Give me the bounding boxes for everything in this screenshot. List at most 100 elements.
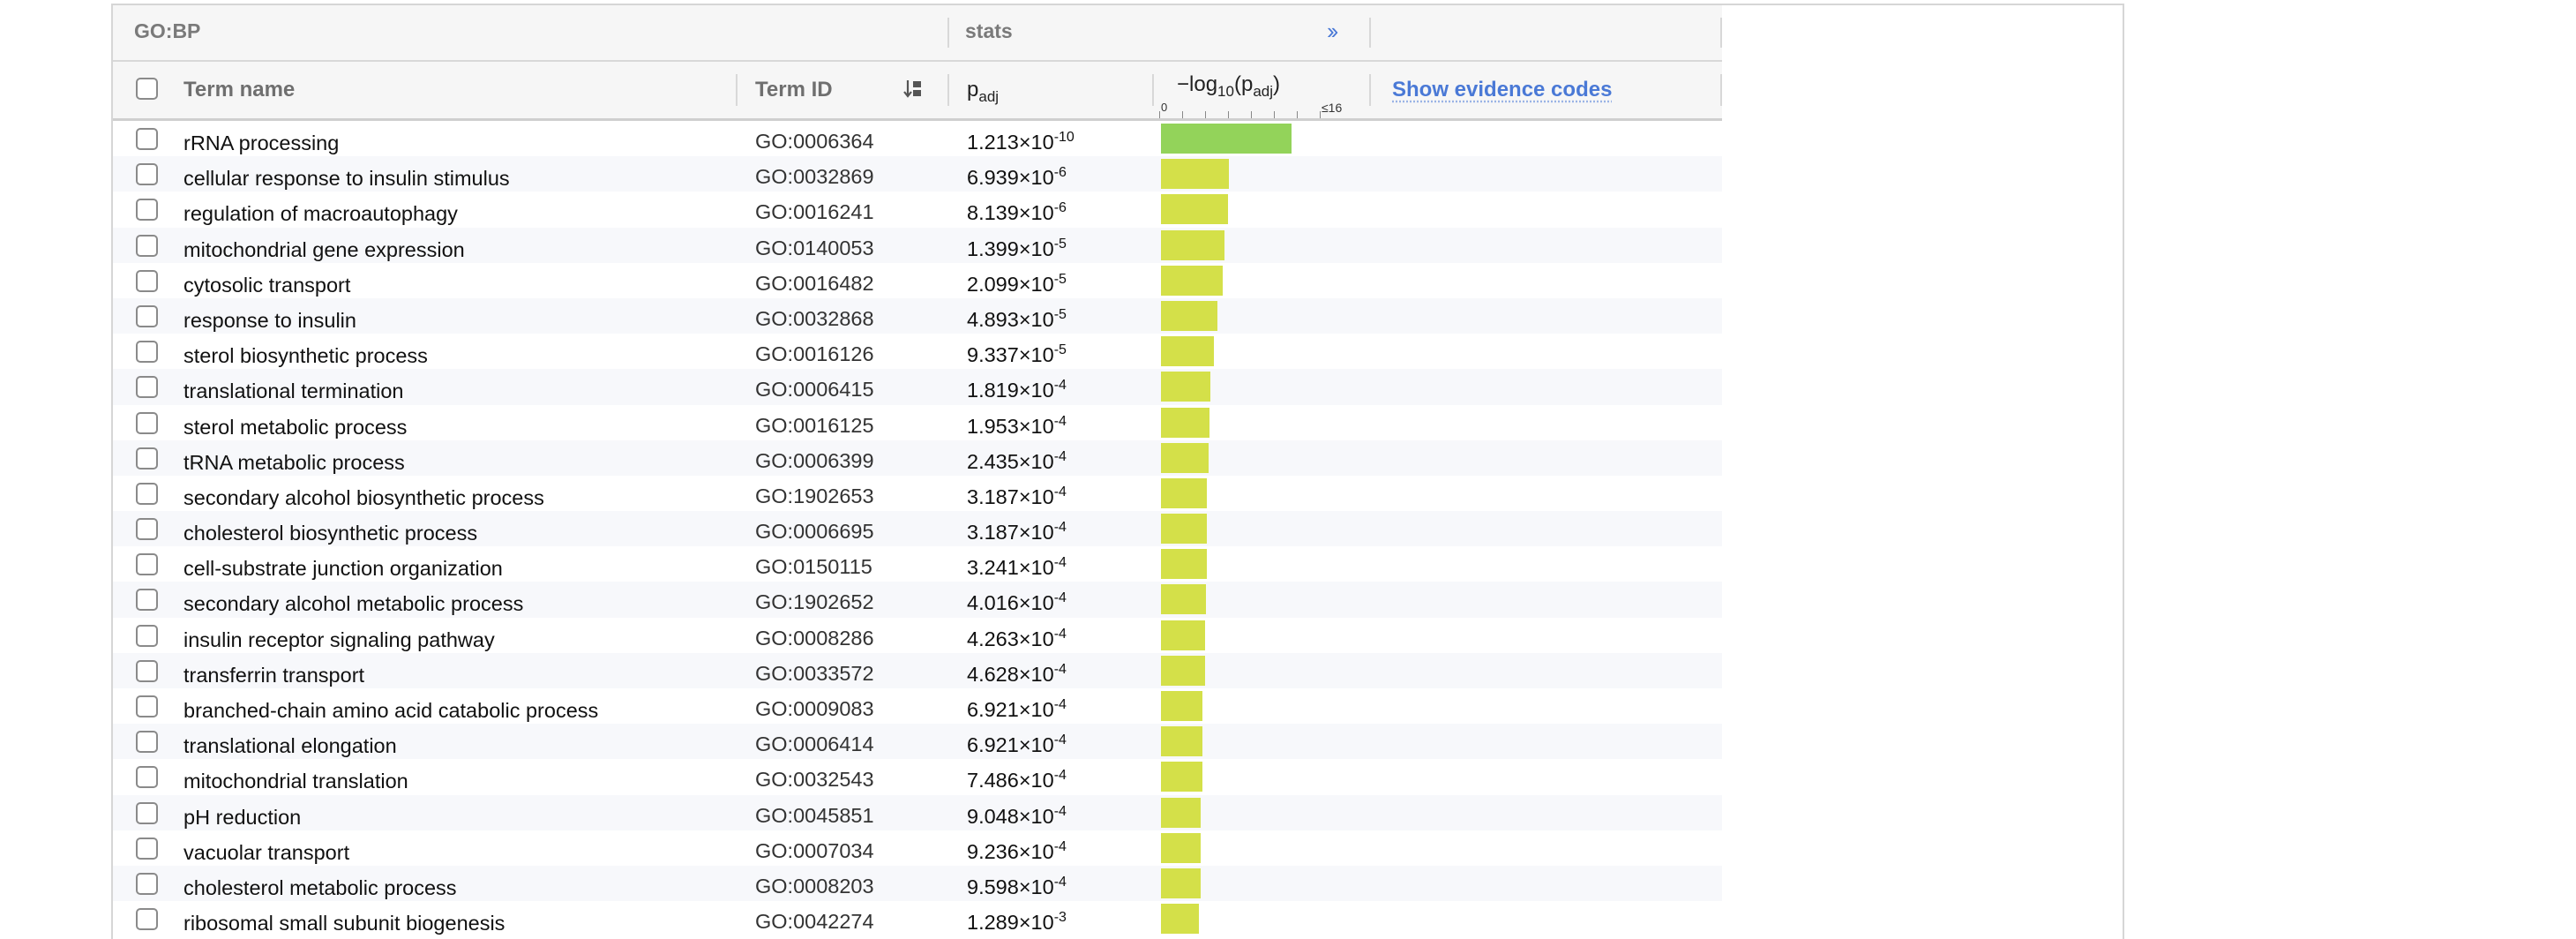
row-checkbox[interactable] xyxy=(136,411,158,434)
term-name[interactable]: sterol biosynthetic process xyxy=(183,344,428,368)
term-id[interactable]: GO:0032869 xyxy=(755,165,874,189)
term-name[interactable]: cellular response to insulin stimulus xyxy=(183,167,510,191)
table-row[interactable]: rRNA processing GO:0006364 1.213×10-10 xyxy=(113,121,1722,156)
term-name[interactable]: branched-chain amino acid catabolic proc… xyxy=(183,699,598,723)
term-id[interactable]: GO:0006415 xyxy=(755,378,874,402)
row-checkbox[interactable] xyxy=(136,837,158,860)
row-checkbox[interactable] xyxy=(136,482,158,505)
term-name[interactable]: transferrin transport xyxy=(183,664,364,687)
row-checkbox[interactable] xyxy=(136,518,158,541)
row-checkbox[interactable] xyxy=(136,199,158,222)
significance-bar[interactable] xyxy=(1161,124,1292,154)
row-checkbox[interactable] xyxy=(136,624,158,647)
significance-bar[interactable] xyxy=(1161,691,1202,721)
significance-bar[interactable] xyxy=(1161,726,1202,757)
table-row[interactable]: branched-chain amino acid catabolic proc… xyxy=(113,688,1722,724)
table-row[interactable]: cholesterol biosynthetic process GO:00066… xyxy=(113,511,1722,547)
term-name[interactable]: pH reduction xyxy=(183,806,301,830)
term-name[interactable]: secondary alcohol metabolic process xyxy=(183,592,523,616)
table-row[interactable]: mitochondrial translation GO:0032543 7.486… xyxy=(113,759,1722,794)
term-id[interactable]: GO:0008203 xyxy=(755,875,874,898)
term-id[interactable]: GO:0032868 xyxy=(755,307,874,331)
term-name[interactable]: response to insulin xyxy=(183,309,356,333)
significance-bar[interactable] xyxy=(1161,159,1229,190)
term-id[interactable]: GO:0016241 xyxy=(755,200,874,224)
table-row[interactable]: insulin receptor signaling pathway GO:000… xyxy=(113,618,1722,653)
term-name[interactable]: cell-substrate junction organization xyxy=(183,557,503,581)
row-checkbox[interactable] xyxy=(136,659,158,682)
term-name-header[interactable]: Term name xyxy=(183,78,295,102)
row-checkbox[interactable] xyxy=(136,163,158,186)
term-id[interactable]: GO:0045851 xyxy=(755,804,874,828)
significance-bar[interactable] xyxy=(1161,514,1207,545)
row-checkbox[interactable] xyxy=(136,304,158,327)
significance-bar[interactable] xyxy=(1161,194,1228,225)
term-name[interactable]: mitochondrial translation xyxy=(183,770,408,793)
show-evidence-codes-link[interactable]: Show evidence codes xyxy=(1392,78,1612,102)
term-id[interactable]: GO:0008286 xyxy=(755,627,874,650)
term-name[interactable]: translational termination xyxy=(183,379,404,403)
row-checkbox[interactable] xyxy=(136,553,158,576)
padj-header[interactable]: padj xyxy=(967,78,999,106)
term-name[interactable]: secondary alcohol biosynthetic process xyxy=(183,486,544,510)
row-checkbox[interactable] xyxy=(136,589,158,612)
row-checkbox[interactable] xyxy=(136,695,158,717)
term-id[interactable]: GO:0042274 xyxy=(755,910,874,934)
table-row[interactable]: pH reduction GO:0045851 9.048×10-4 xyxy=(113,794,1722,830)
table-row[interactable]: translational elongation GO:0006414 6.921×… xyxy=(113,724,1722,760)
table-row[interactable]: regulation of macroautophagy GO:0016241 8.… xyxy=(113,192,1722,227)
table-row[interactable]: response to insulin GO:0032868 4.893×10-5 xyxy=(113,297,1722,334)
table-row[interactable]: ribosomal small subunit biogenesis GO:004… xyxy=(113,901,1722,936)
significance-bar[interactable] xyxy=(1161,229,1224,260)
significance-bar[interactable] xyxy=(1161,832,1201,863)
neglog-padj-header[interactable]: −log10(padj) xyxy=(1177,72,1280,101)
row-checkbox[interactable] xyxy=(136,341,158,364)
term-id[interactable]: GO:1902652 xyxy=(755,590,874,614)
row-checkbox[interactable] xyxy=(136,908,158,931)
term-name[interactable]: cholesterol metabolic process xyxy=(183,876,457,900)
sort-icon[interactable] xyxy=(903,78,925,101)
table-row[interactable]: cell-substrate junction organization GO:0… xyxy=(113,546,1722,582)
table-row[interactable]: secondary alcohol metabolic process GO:19… xyxy=(113,582,1722,618)
term-name[interactable]: ribosomal small subunit biogenesis xyxy=(183,912,505,935)
term-id[interactable]: GO:0007034 xyxy=(755,839,874,863)
significance-bar[interactable] xyxy=(1161,407,1209,438)
row-checkbox[interactable] xyxy=(136,376,158,399)
table-row[interactable]: cellular response to insulin stimulus GO:… xyxy=(113,156,1722,192)
term-id[interactable]: GO:0006399 xyxy=(755,449,874,473)
term-id[interactable]: GO:0033572 xyxy=(755,662,874,686)
table-row[interactable]: cytosolic transport GO:0016482 2.099×10-5 xyxy=(113,263,1722,298)
table-row[interactable]: cholesterol metabolic process GO:0008203 9… xyxy=(113,865,1722,902)
row-checkbox[interactable] xyxy=(136,234,158,257)
significance-bar[interactable] xyxy=(1161,477,1207,508)
term-id[interactable]: GO:0016482 xyxy=(755,272,874,296)
term-name[interactable]: translational elongation xyxy=(183,734,397,758)
significance-bar[interactable] xyxy=(1161,265,1223,296)
term-id[interactable]: GO:0140053 xyxy=(755,237,874,260)
table-row[interactable]: translational termination GO:0006415 1.819… xyxy=(113,369,1722,405)
term-name[interactable]: vacuolar transport xyxy=(183,841,349,865)
table-row[interactable]: secondary alcohol biosynthetic process GO… xyxy=(113,476,1722,511)
term-id[interactable]: GO:0006414 xyxy=(755,732,874,756)
term-name[interactable]: insulin receptor signaling pathway xyxy=(183,628,495,652)
significance-bar[interactable] xyxy=(1161,904,1199,935)
term-id[interactable]: GO:0006364 xyxy=(755,130,874,154)
term-id[interactable]: GO:0150115 xyxy=(755,555,872,579)
select-all-checkbox[interactable] xyxy=(136,78,158,100)
row-checkbox[interactable] xyxy=(136,872,158,895)
significance-bar[interactable] xyxy=(1161,549,1207,580)
term-name[interactable]: tRNA metabolic process xyxy=(183,451,405,475)
significance-bar[interactable] xyxy=(1161,372,1210,402)
table-row[interactable]: vacuolar transport GO:0007034 9.236×10-4 xyxy=(113,830,1722,866)
significance-bar[interactable] xyxy=(1161,868,1201,898)
term-id[interactable]: GO:0009083 xyxy=(755,697,874,721)
term-name[interactable]: regulation of macroautophagy xyxy=(183,202,458,226)
term-name[interactable]: mitochondrial gene expression xyxy=(183,238,465,262)
row-checkbox[interactable] xyxy=(136,447,158,470)
significance-bar[interactable] xyxy=(1161,442,1209,473)
significance-bar[interactable] xyxy=(1161,762,1202,793)
term-id[interactable]: GO:0016126 xyxy=(755,342,874,366)
significance-bar[interactable] xyxy=(1161,584,1206,615)
table-row[interactable]: transferrin transport GO:0033572 4.628×10-… xyxy=(113,652,1722,688)
significance-bar[interactable] xyxy=(1161,300,1217,331)
